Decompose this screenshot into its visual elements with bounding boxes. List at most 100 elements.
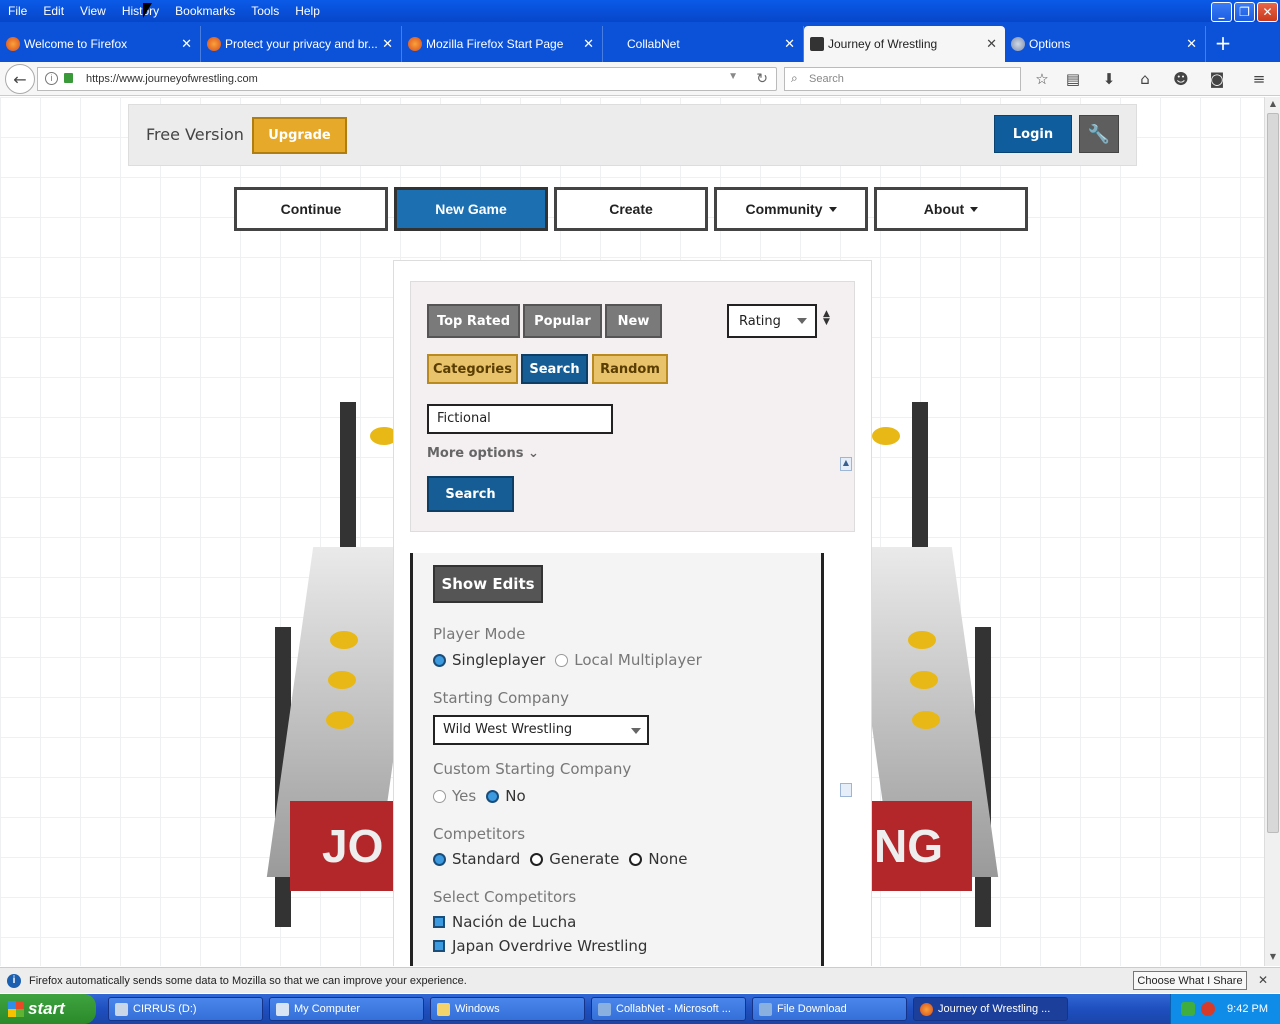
continue-button[interactable]: Continue [234, 187, 388, 231]
login-button[interactable]: Login [994, 115, 1072, 153]
home-icon[interactable]: ⌂ [1135, 69, 1155, 89]
tab-protect-privacy[interactable]: Protect your privacy and br... ✕ [201, 26, 402, 62]
close-tab-icon[interactable]: ✕ [181, 36, 192, 52]
custom-yes-label: Yes [452, 787, 477, 805]
pocket-icon[interactable]: ◙ [1207, 69, 1227, 89]
url-text: https://www.journeyofwrestling.com [86, 73, 258, 85]
singleplayer-radio[interactable] [433, 653, 446, 667]
reload-icon[interactable]: ↻ [756, 70, 768, 87]
menu-view[interactable]: View [72, 4, 114, 18]
menu-tools[interactable]: Tools [243, 4, 287, 18]
task-my-computer[interactable]: My Computer [269, 997, 424, 1021]
turnbuckle-pad [872, 427, 900, 445]
new-button[interactable]: New [605, 304, 662, 338]
competitor-checkbox[interactable] [433, 940, 445, 952]
close-tab-icon[interactable]: ✕ [382, 36, 393, 52]
search-input[interactable]: ⌕ Search [784, 67, 1021, 91]
tab-mozilla-start-page[interactable]: Mozilla Firefox Start Page ✕ [402, 26, 603, 62]
security-shield-icon[interactable] [1201, 1002, 1215, 1016]
dropdown-arrow-icon[interactable]: ▼ [728, 71, 738, 82]
download-icon[interactable]: ⬇ [1099, 69, 1119, 89]
tab-label: Protect your privacy and br... [225, 37, 378, 51]
community-dropdown[interactable]: Community [714, 187, 868, 231]
choose-what-i-share-button[interactable]: Choose What I Share [1133, 971, 1247, 990]
task-file-download[interactable]: File Download [752, 997, 907, 1021]
menu-history[interactable]: History [114, 4, 167, 18]
settings-wrench-button[interactable]: 🔧 [1079, 115, 1119, 153]
none-radio[interactable] [629, 852, 643, 866]
sort-order-icon[interactable]: ▲ ▼ [823, 310, 830, 327]
options-scrollbar[interactable]: ▲ [838, 457, 854, 877]
close-window-button[interactable]: ✕ [1257, 2, 1278, 22]
scroll-down-icon[interactable]: ▼ [1267, 952, 1279, 964]
menu-edit[interactable]: Edit [35, 4, 72, 18]
ring-right-decoration: NG [846, 397, 1000, 927]
caret-down-icon [828, 206, 837, 212]
random-button[interactable]: Random [592, 354, 668, 384]
competitor-checkbox[interactable] [433, 916, 445, 928]
firefox-icon [6, 37, 20, 51]
menu-bar: File Edit View History Bookmarks Tools H… [0, 0, 1280, 22]
top-rated-button[interactable]: Top Rated [427, 304, 520, 338]
close-notification-icon[interactable]: ✕ [1258, 973, 1268, 987]
restore-button[interactable]: ❐ [1234, 2, 1255, 22]
bookmarks-library-icon[interactable]: ▤ [1063, 69, 1083, 89]
category-search-input[interactable]: Fictional [427, 404, 613, 434]
tab-welcome-to-firefox[interactable]: Welcome to Firefox ✕ [0, 26, 201, 62]
close-tab-icon[interactable]: ✕ [986, 36, 997, 52]
page-scrollbar[interactable]: ▲ ▼ [1264, 97, 1280, 966]
upgrade-button[interactable]: Upgrade [252, 117, 347, 154]
hamburger-menu-icon[interactable]: ≡ [1249, 69, 1269, 89]
tab-options[interactable]: Options ✕ [1005, 26, 1206, 62]
popular-button[interactable]: Popular [523, 304, 602, 338]
menu-file[interactable]: File [0, 4, 35, 18]
free-version-label: Free Version [146, 125, 244, 144]
generate-label: Generate [549, 850, 620, 868]
computer-icon [276, 1003, 289, 1016]
about-dropdown[interactable]: About [874, 187, 1028, 231]
task-cirrus-drive[interactable]: CIRRUS (D:) [108, 997, 263, 1021]
custom-yes-radio[interactable] [433, 789, 446, 803]
custom-no-radio[interactable] [486, 789, 500, 803]
start-button[interactable]: start [0, 994, 96, 1024]
bookmark-star-icon[interactable]: ☆ [1032, 69, 1052, 89]
task-collabnet[interactable]: CollabNet - Microsoft ... [591, 997, 746, 1021]
site-header: Free Version Upgrade Login 🔧 [128, 104, 1137, 166]
tab-collabnet[interactable]: CollabNet ✕ [603, 26, 804, 62]
local-multiplayer-radio[interactable] [555, 653, 569, 667]
hello-chat-icon[interactable]: ☻ [1171, 69, 1191, 89]
new-tab-button[interactable]: + [1206, 26, 1240, 62]
search-tab-button[interactable]: Search [521, 354, 588, 384]
url-bar[interactable]: i https://www.journeyofwrestling.com ▼ ↻ [37, 67, 777, 91]
more-options-toggle[interactable]: More options ⌄ [427, 446, 539, 461]
gear-icon [1011, 37, 1025, 51]
minimize-button[interactable]: _ [1211, 2, 1232, 22]
starting-company-select[interactable]: Wild West Wrestling [433, 715, 649, 745]
categories-button[interactable]: Categories [427, 354, 518, 384]
close-tab-icon[interactable]: ✕ [583, 36, 594, 52]
menu-help[interactable]: Help [287, 4, 328, 18]
task-label: Windows [455, 1003, 500, 1015]
taskbar: start CIRRUS (D:) My Computer Windows Co… [0, 994, 1280, 1024]
info-icon[interactable]: i [45, 72, 58, 85]
generate-radio[interactable] [530, 852, 544, 866]
show-edits-button[interactable]: Show Edits [433, 565, 543, 603]
create-button[interactable]: Create [554, 187, 708, 231]
sort-value: Rating [739, 313, 781, 329]
network-icon[interactable] [1181, 1002, 1195, 1016]
sort-select[interactable]: Rating [727, 304, 817, 338]
menu-bookmarks[interactable]: Bookmarks [167, 4, 243, 18]
scrollbar-thumb[interactable] [1267, 113, 1279, 833]
back-button[interactable]: ← [5, 64, 35, 94]
search-submit-button[interactable]: Search [427, 476, 514, 512]
close-tab-icon[interactable]: ✕ [784, 36, 795, 52]
standard-radio[interactable] [433, 852, 446, 866]
task-journey-of-wrestling[interactable]: Journey of Wrestling ... [913, 997, 1068, 1021]
scroll-up-icon[interactable]: ▲ [1267, 99, 1279, 111]
close-tab-icon[interactable]: ✕ [1186, 36, 1197, 52]
scroll-up-icon[interactable]: ▲ [840, 457, 852, 471]
scrollbar-thumb[interactable] [840, 783, 852, 797]
tab-journey-of-wrestling[interactable]: Journey of Wrestling ✕ [804, 26, 1005, 62]
new-game-button[interactable]: New Game [394, 187, 548, 231]
task-windows-folder[interactable]: Windows [430, 997, 585, 1021]
